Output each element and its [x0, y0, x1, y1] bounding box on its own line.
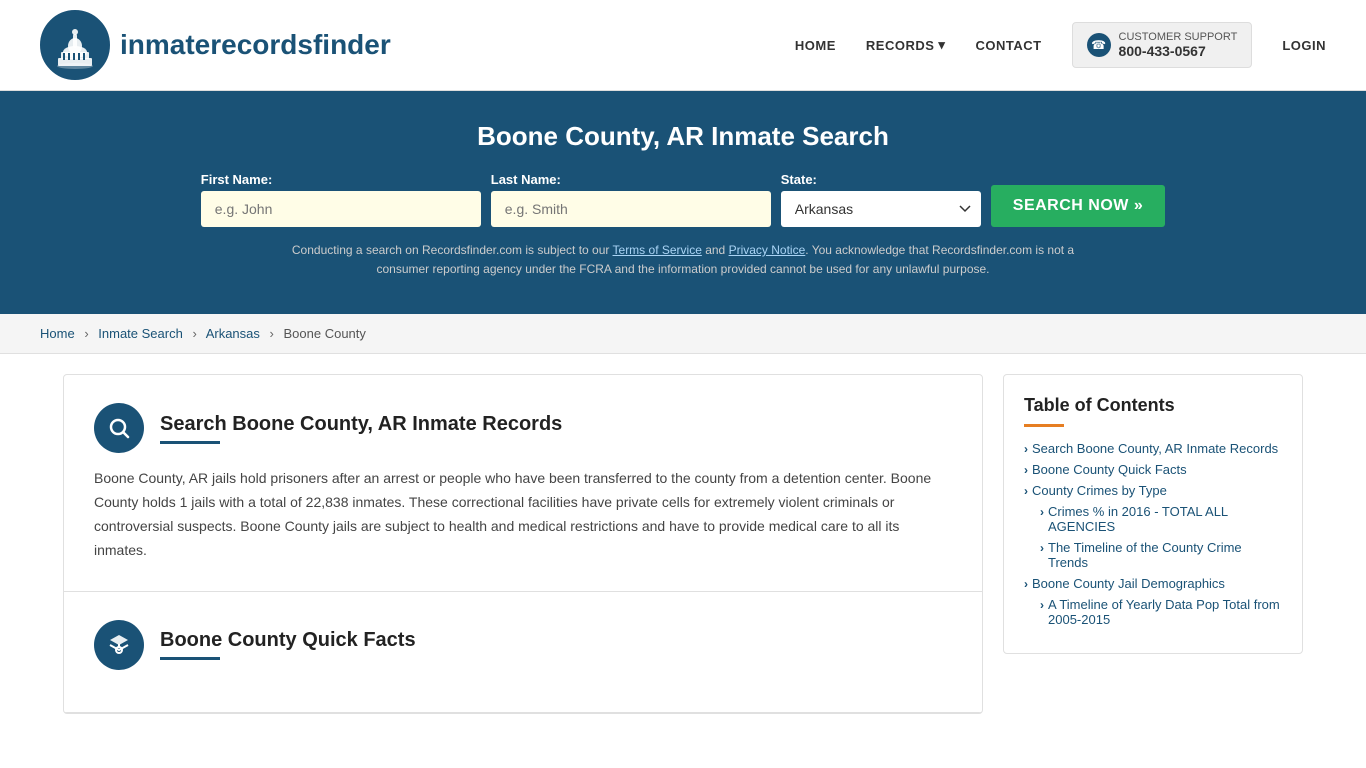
last-name-label: Last Name:: [491, 172, 561, 187]
first-name-input[interactable]: [201, 191, 481, 227]
sep-1: ›: [84, 326, 88, 341]
logo-area: inmaterecordsfinder: [40, 10, 391, 80]
nav-contact[interactable]: CONTACT: [975, 38, 1041, 53]
toc-item-5: The Timeline of the County Crime Trends: [1024, 540, 1282, 570]
search-title-wrap: Search Boone County, AR Inmate Records: [160, 413, 562, 444]
search-button[interactable]: SEARCH NOW »: [991, 185, 1165, 227]
customer-support-box: ☎ CUSTOMER SUPPORT 800-433-0567: [1072, 22, 1253, 68]
toc-link-7[interactable]: A Timeline of Yearly Data Pop Total from…: [1040, 597, 1282, 627]
toc-item-4: Crimes % in 2016 - TOTAL ALL AGENCIES: [1024, 504, 1282, 534]
sep-2: ›: [192, 326, 196, 341]
toc-link-2[interactable]: Boone County Quick Facts: [1024, 462, 1282, 477]
support-label: CUSTOMER SUPPORT: [1119, 31, 1238, 43]
search-section-title: Search Boone County, AR Inmate Records: [160, 413, 562, 436]
toc-item-1: Search Boone County, AR Inmate Records: [1024, 441, 1282, 456]
nav-records[interactable]: RECORDS ▾: [866, 37, 946, 53]
terms-link[interactable]: Terms of Service: [613, 243, 702, 257]
sep-3: ›: [270, 326, 274, 341]
quick-facts-title-wrap: Boone County Quick Facts: [160, 629, 416, 660]
search-section-body: Boone County, AR jails hold prisoners af…: [94, 467, 952, 562]
support-info: CUSTOMER SUPPORT 800-433-0567: [1119, 31, 1238, 59]
logo-icon: [40, 10, 110, 80]
toc-item-6: Boone County Jail Demographics: [1024, 576, 1282, 591]
chevron-icon: [1024, 577, 1028, 591]
chevron-down-icon: ▾: [938, 37, 945, 53]
toc-item-2: Boone County Quick Facts: [1024, 462, 1282, 477]
last-name-group: Last Name:: [491, 172, 771, 227]
toc-link-5[interactable]: The Timeline of the County Crime Trends: [1040, 540, 1282, 570]
breadcrumb-county: Boone County: [284, 326, 366, 341]
quick-facts-section: Boone County Quick Facts: [64, 592, 982, 713]
search-section: Search Boone County, AR Inmate Records B…: [64, 375, 982, 591]
toc-link-1[interactable]: Search Boone County, AR Inmate Records: [1024, 441, 1282, 456]
support-phone: 800-433-0567: [1119, 43, 1238, 59]
chevron-icon: [1024, 463, 1028, 477]
title-underline: [160, 441, 220, 444]
state-label: State:: [781, 172, 817, 187]
toc-item-7: A Timeline of Yearly Data Pop Total from…: [1024, 597, 1282, 627]
toc-item-3: County Crimes by Type: [1024, 483, 1282, 498]
toc-underline: [1024, 424, 1064, 427]
main-nav: HOME RECORDS ▾ CONTACT ☎ CUSTOMER SUPPOR…: [795, 22, 1326, 68]
search-form: First Name: Last Name: State: Arkansas S…: [158, 172, 1208, 227]
quick-facts-header: Boone County Quick Facts: [94, 620, 952, 670]
nav-login[interactable]: LOGIN: [1282, 38, 1326, 53]
last-name-input[interactable]: [491, 191, 771, 227]
logo-text: inmaterecordsfinder: [120, 29, 391, 61]
chevron-icon: [1024, 484, 1028, 498]
phone-icon: ☎: [1087, 33, 1111, 57]
toc-list: Search Boone County, AR Inmate Records B…: [1024, 441, 1282, 627]
toc-title: Table of Contents: [1024, 395, 1282, 416]
breadcrumb: Home › Inmate Search › Arkansas › Boone …: [0, 314, 1366, 354]
content-left: Search Boone County, AR Inmate Records B…: [63, 374, 983, 713]
chevron-icon: [1040, 598, 1044, 612]
hero-section: Boone County, AR Inmate Search First Nam…: [0, 91, 1366, 314]
site-header: inmaterecordsfinder HOME RECORDS ▾ CONTA…: [0, 0, 1366, 91]
breadcrumb-inmate-search[interactable]: Inmate Search: [98, 326, 183, 341]
chevron-icon: [1040, 541, 1044, 555]
state-select[interactable]: Arkansas: [781, 191, 981, 227]
quick-facts-title: Boone County Quick Facts: [160, 629, 416, 652]
toc-link-6[interactable]: Boone County Jail Demographics: [1024, 576, 1282, 591]
chevron-icon: [1024, 442, 1028, 456]
main-content: Search Boone County, AR Inmate Records B…: [23, 354, 1343, 733]
first-name-group: First Name:: [201, 172, 481, 227]
breadcrumb-home[interactable]: Home: [40, 326, 75, 341]
sidebar: Table of Contents Search Boone County, A…: [1003, 374, 1303, 713]
quick-facts-icon: [94, 620, 144, 670]
toc-link-3[interactable]: County Crimes by Type: [1024, 483, 1282, 498]
privacy-link[interactable]: Privacy Notice: [729, 243, 806, 257]
search-section-header: Search Boone County, AR Inmate Records: [94, 403, 952, 453]
page-title: Boone County, AR Inmate Search: [40, 121, 1326, 152]
toc-link-4[interactable]: Crimes % in 2016 - TOTAL ALL AGENCIES: [1040, 504, 1282, 534]
state-group: State: Arkansas: [781, 172, 981, 227]
quick-facts-underline: [160, 657, 220, 660]
breadcrumb-state[interactable]: Arkansas: [206, 326, 260, 341]
chevron-icon: [1040, 505, 1044, 519]
first-name-label: First Name:: [201, 172, 273, 187]
search-section-icon: [94, 403, 144, 453]
nav-home[interactable]: HOME: [795, 38, 836, 53]
disclaimer-text: Conducting a search on Recordsfinder.com…: [283, 241, 1083, 279]
toc-box: Table of Contents Search Boone County, A…: [1003, 374, 1303, 654]
